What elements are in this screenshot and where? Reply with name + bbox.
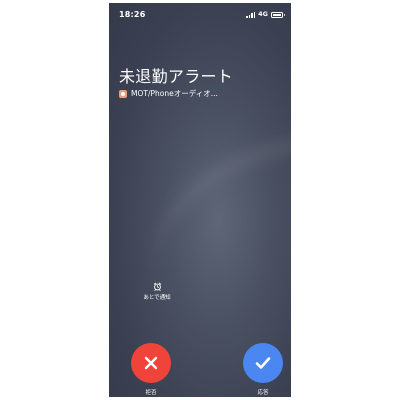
decline-label: 拒否 — [145, 390, 157, 396]
app-icon — [119, 89, 127, 98]
signal-icon — [246, 11, 256, 18]
source-text: MOT/Phoneオーディオ... — [131, 89, 218, 98]
check-icon — [255, 357, 271, 369]
decline-circle[interactable] — [131, 343, 171, 383]
snooze-label: あとで通知 — [143, 295, 171, 301]
accept-button[interactable]: 応答 — [241, 343, 285, 396]
status-indicators: 4G — [246, 10, 285, 19]
status-time: 18:26 — [119, 10, 146, 19]
call-source: MOT/Phoneオーディオ... — [119, 88, 289, 99]
incoming-call-screen: 18:26 4G 未退勤アラート MOT/Phoneオーディオ... あとで通知 — [109, 3, 291, 397]
alarm-clock-icon — [153, 282, 161, 291]
network-type: 4G — [258, 10, 268, 18]
snooze-button[interactable]: あとで通知 — [133, 282, 181, 301]
accept-circle[interactable] — [243, 343, 283, 383]
call-title: 未退勤アラート — [119, 67, 234, 86]
wallpaper-highlight — [125, 100, 291, 364]
decline-button[interactable]: 拒否 — [129, 343, 173, 396]
accept-label: 応答 — [257, 390, 269, 396]
close-icon — [144, 356, 158, 370]
status-bar: 18:26 4G — [109, 3, 291, 25]
battery-icon — [271, 11, 285, 18]
